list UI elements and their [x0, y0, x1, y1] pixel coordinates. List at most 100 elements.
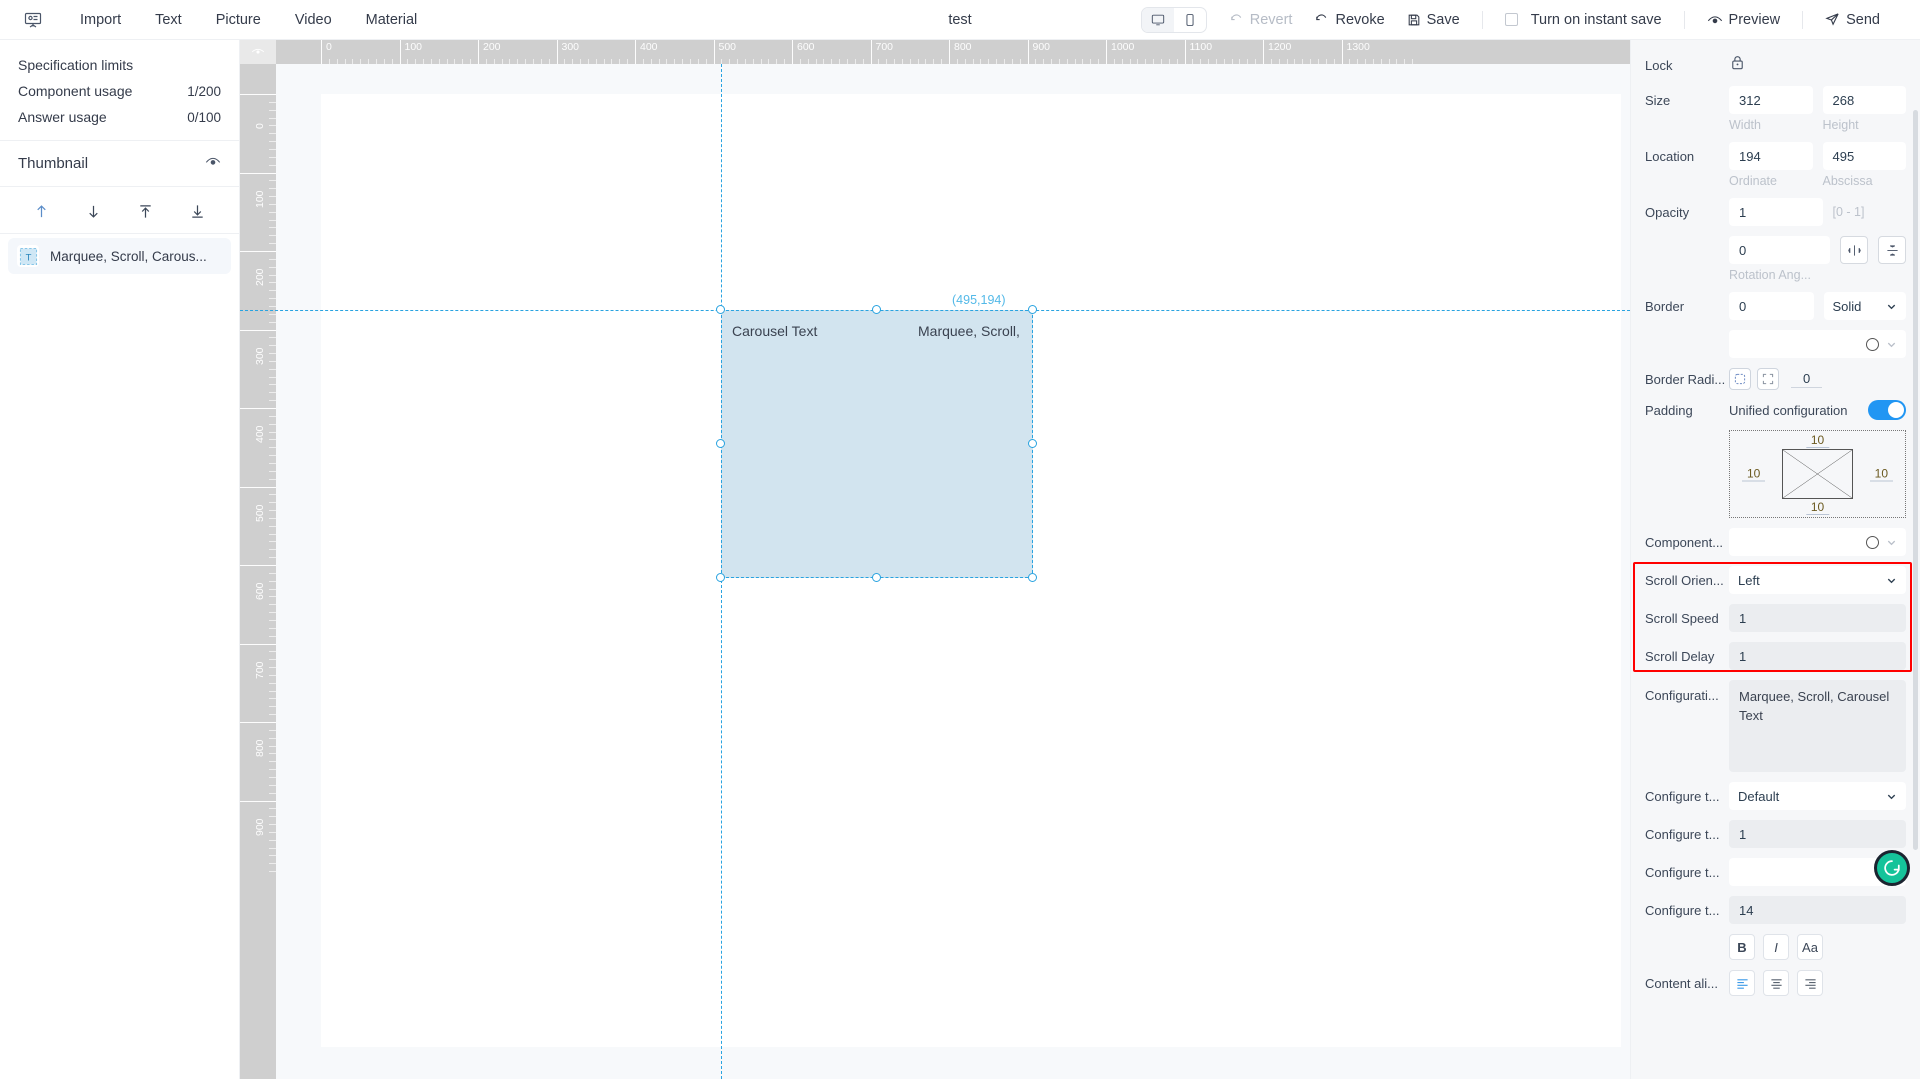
move-to-top-icon[interactable] — [136, 201, 156, 221]
list-item[interactable]: T Marquee, Scroll, Carous... — [8, 238, 231, 274]
marquee-text-left: Carousel Text — [732, 323, 818, 339]
selected-element[interactable]: Carousel Text Marquee, Scroll, — [721, 310, 1033, 578]
radius-corner-icon[interactable] — [1757, 368, 1779, 390]
rotation-input[interactable]: 0 — [1729, 236, 1830, 264]
resize-handle-bottom-right[interactable] — [1028, 573, 1037, 582]
resize-handle-top-left[interactable] — [716, 305, 725, 314]
ruler-tick — [415, 59, 417, 64]
monitor-icon[interactable] — [1141, 7, 1174, 32]
preview-button[interactable]: Preview — [1707, 12, 1780, 28]
padding-bottom-input[interactable]: 10 — [1805, 500, 1830, 515]
component-color-picker[interactable] — [1729, 528, 1906, 556]
send-button[interactable]: Send — [1825, 12, 1880, 28]
configuration-textarea[interactable]: Marquee, Scroll, Carousel Text — [1729, 680, 1906, 772]
border-color-picker[interactable] — [1729, 330, 1906, 358]
device-toggle[interactable] — [1140, 6, 1207, 33]
ruler-tick — [1019, 59, 1021, 64]
width-input[interactable]: 312 — [1729, 86, 1813, 114]
scroll-speed-input[interactable]: 1 — [1729, 604, 1906, 632]
menu-item-text[interactable]: Text — [155, 12, 182, 28]
border-width-input[interactable]: 0 — [1729, 292, 1814, 320]
ruler-tick — [1239, 59, 1241, 64]
padding-diagram: 10 10 10 10 — [1729, 430, 1906, 518]
ruler-tick — [269, 525, 276, 527]
ruler-tick — [689, 59, 691, 64]
scroll-delay-input[interactable]: 1 — [1729, 642, 1906, 670]
rotation-row: 0 — [1645, 236, 1906, 264]
ruler-tick — [650, 59, 652, 64]
align-right-icon[interactable] — [1797, 970, 1823, 996]
revoke-button[interactable]: Revoke — [1314, 12, 1385, 28]
resize-handle-top-center[interactable] — [872, 305, 881, 314]
ruler-tick — [1035, 59, 1037, 64]
ruler-tick — [269, 376, 276, 378]
horizontal-ruler: 0 100 200 300 400 500 600 700 800 900 1000 1100 1200… — [276, 40, 1630, 64]
ruler-tick — [269, 533, 276, 535]
ruler-tick — [269, 258, 276, 260]
properties-panel[interactable]: Lock Size 312 268 Width Height Location … — [1630, 40, 1920, 1079]
padding-right-input[interactable]: 10 — [1869, 467, 1893, 482]
align-left-icon[interactable] — [1729, 970, 1755, 996]
arrow-up-icon[interactable] — [32, 201, 52, 221]
configure-number-input[interactable]: 1 — [1729, 820, 1906, 848]
ruler-tick — [729, 59, 731, 64]
height-input[interactable]: 268 — [1822, 86, 1906, 114]
revert-button[interactable]: Revert — [1229, 12, 1292, 28]
phone-icon[interactable] — [1174, 8, 1206, 32]
presentation-icon[interactable] — [22, 9, 44, 31]
lock-icon[interactable] — [1729, 54, 1746, 76]
ruler-tick — [776, 59, 778, 64]
resize-handle-middle-right[interactable] — [1028, 439, 1037, 448]
unified-config-toggle[interactable] — [1868, 400, 1906, 420]
scroll-orientation-select[interactable]: Left — [1729, 566, 1906, 594]
resize-handle-bottom-left[interactable] — [716, 573, 725, 582]
align-center-icon[interactable] — [1763, 970, 1789, 996]
bold-button[interactable]: B — [1729, 934, 1755, 960]
padding-top-input[interactable]: 10 — [1805, 433, 1830, 448]
ruler-tick — [807, 59, 809, 64]
ruler-tick — [269, 266, 276, 268]
configure-style-select[interactable]: Default — [1729, 782, 1906, 810]
menu-item-import[interactable]: Import — [80, 12, 121, 28]
checkbox-box[interactable] — [1504, 13, 1518, 26]
instant-save-checkbox[interactable]: Turn on instant save — [1504, 12, 1662, 28]
save-button[interactable]: Save — [1407, 12, 1460, 28]
flip-vertical-icon[interactable] — [1878, 236, 1906, 264]
padding-left-input[interactable]: 10 — [1742, 467, 1766, 482]
radius-all-icon[interactable] — [1729, 368, 1751, 390]
abscissa-input[interactable]: 495 — [1822, 142, 1906, 170]
panel-scrollbar[interactable] — [1913, 110, 1918, 850]
resize-handle-top-right[interactable] — [1028, 305, 1037, 314]
ordinate-input[interactable]: 194 — [1729, 142, 1813, 170]
top-menu: Import Text Picture Video Material — [80, 12, 417, 28]
canvas-area[interactable]: 0 100 200 300 400 500 600 700 800 900 1000 1100 1200… — [240, 40, 1630, 1079]
unified-config-label: Unified configuration — [1729, 402, 1848, 418]
configure-empty-row: Configure t... — [1645, 850, 1910, 886]
arrow-down-icon[interactable] — [84, 201, 104, 221]
border-style-select[interactable]: Solid — [1823, 292, 1906, 320]
ruler-tick — [980, 59, 982, 64]
opacity-input[interactable]: 1 — [1729, 198, 1823, 226]
ruler-tick — [269, 824, 276, 826]
ruler-tick — [1137, 59, 1139, 64]
ruler-tick — [525, 59, 527, 64]
ruler-tick — [1333, 59, 1335, 64]
flip-horizontal-icon[interactable] — [1840, 236, 1868, 264]
grammarly-icon[interactable] — [1874, 850, 1910, 886]
italic-button[interactable]: I — [1763, 934, 1789, 960]
ruler-tick — [1372, 59, 1374, 64]
resize-handle-middle-left[interactable] — [716, 439, 725, 448]
text-case-button[interactable]: Aa — [1797, 934, 1823, 960]
menu-item-video[interactable]: Video — [295, 12, 332, 28]
menu-item-picture[interactable]: Picture — [216, 12, 261, 28]
resize-handle-bottom-center[interactable] — [872, 573, 881, 582]
menu-item-material[interactable]: Material — [366, 12, 418, 28]
layer-tools — [0, 187, 239, 233]
ruler-tick — [1404, 59, 1406, 64]
border-radius-input[interactable]: 0 — [1791, 371, 1823, 388]
configure-size-input[interactable]: 14 — [1729, 896, 1906, 924]
eye-icon[interactable] — [205, 155, 221, 172]
ruler-tick — [269, 478, 276, 480]
move-to-bottom-icon[interactable] — [188, 201, 208, 221]
ruler-tick — [956, 59, 958, 64]
